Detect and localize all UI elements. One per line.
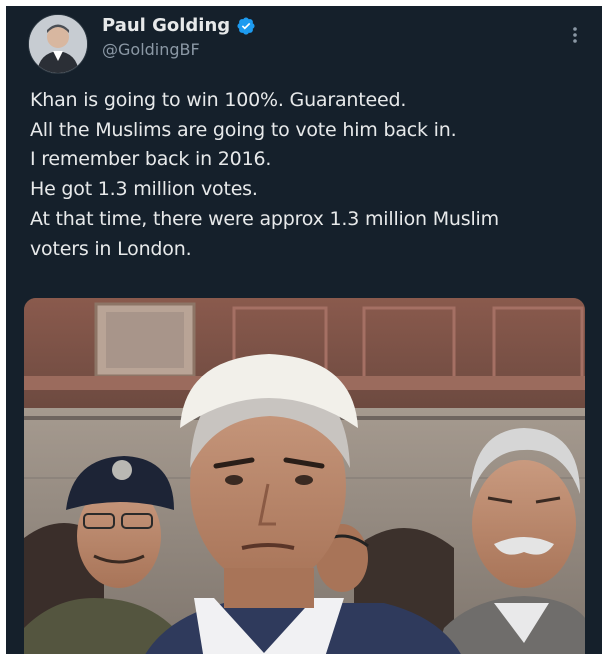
avatar-image xyxy=(29,15,87,73)
tweet-line: He got 1.3 million votes. xyxy=(30,178,258,201)
tweet-photo[interactable] xyxy=(24,298,585,654)
tweet-line: voters in London. xyxy=(30,237,192,260)
photo-image xyxy=(24,298,585,654)
tweet-line: At that time, there were approx 1.3 mill… xyxy=(30,207,499,230)
tweet-line: All the Muslims are going to vote him ba… xyxy=(30,118,457,141)
tweet-text: Khan is going to win 100%. Guaranteed. A… xyxy=(30,86,592,264)
tweet-line: I remember back in 2016. xyxy=(30,148,272,171)
author-name[interactable]: Paul Golding xyxy=(102,14,230,38)
tweet-card[interactable]: Paul Golding @GoldingBF Khan is going to… xyxy=(6,6,602,654)
avatar[interactable] xyxy=(28,14,88,74)
tweet-line: Khan is going to win 100%. Guaranteed. xyxy=(30,89,407,111)
author-name-row: Paul Golding xyxy=(102,14,256,38)
verified-badge-icon xyxy=(236,16,256,36)
author-handle[interactable]: @GoldingBF xyxy=(102,40,200,60)
more-options-icon[interactable] xyxy=(568,24,582,46)
